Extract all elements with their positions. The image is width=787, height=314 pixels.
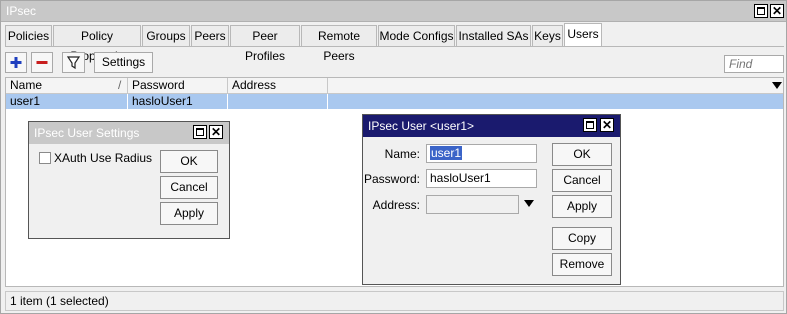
filter-button[interactable] — [62, 52, 85, 73]
tab-policies[interactable]: Policies — [5, 25, 52, 47]
dialog-title: IPsec User <user1> — [368, 119, 475, 133]
status-bar: 1 item (1 selected) — [5, 291, 784, 311]
tab-keys[interactable]: Keys — [532, 25, 563, 47]
dropdown-arrow-icon[interactable] — [772, 82, 782, 90]
plus-icon — [10, 57, 22, 68]
remove-user-button[interactable]: Remove — [552, 253, 612, 276]
tab-groups[interactable]: Groups — [142, 25, 190, 47]
tab-peer-profiles[interactable]: Peer Profiles — [230, 25, 300, 63]
cell-name: user1 — [6, 94, 128, 109]
cancel-button[interactable]: Cancel — [160, 176, 218, 199]
name-label: Name: — [384, 147, 420, 161]
table-header: Name / Password Address — [6, 78, 783, 94]
tab-policy-proposals[interactable]: Policy Proposals — [53, 25, 141, 63]
column-header-address[interactable]: Address — [228, 78, 328, 94]
name-field[interactable]: user1 — [426, 144, 537, 163]
apply-button[interactable]: Apply — [552, 195, 612, 218]
ok-button[interactable]: OK — [552, 143, 612, 166]
maximize-icon[interactable] — [583, 118, 597, 132]
dropdown-arrow-icon[interactable] — [524, 200, 534, 208]
tab-mode-configs[interactable]: Mode Configs — [378, 25, 455, 47]
table-row[interactable]: user1 hasloUser1 — [6, 94, 783, 109]
close-icon[interactable]: ✕ — [209, 125, 223, 139]
settings-button[interactable]: Settings — [94, 52, 153, 73]
window-titlebar[interactable]: IPsec ✕ — [1, 1, 786, 22]
tab-installed-sas[interactable]: Installed SAs — [456, 25, 531, 47]
name-value: user1 — [430, 146, 463, 160]
tab-remote-peers[interactable]: Remote Peers — [301, 25, 377, 63]
tab-divider — [5, 46, 784, 47]
window-title: IPsec — [6, 4, 37, 18]
cell-password: hasloUser1 — [128, 94, 228, 109]
remove-button[interactable] — [31, 52, 53, 73]
cancel-button[interactable]: Cancel — [552, 169, 612, 192]
dialog-titlebar[interactable]: IPsec User <user1> ✕ — [363, 115, 620, 137]
xauth-use-radius-checkbox[interactable] — [39, 152, 51, 164]
ok-button[interactable]: OK — [160, 150, 218, 173]
sort-indicator: / — [118, 78, 122, 92]
minus-icon — [36, 61, 48, 64]
password-field[interactable]: hasloUser1 — [426, 169, 537, 188]
column-header-password[interactable]: Password — [128, 78, 228, 94]
maximize-icon[interactable] — [754, 4, 768, 18]
maximize-icon[interactable] — [193, 125, 207, 139]
dialog-titlebar[interactable]: IPsec User Settings ✕ — [29, 122, 229, 144]
dialog-title: IPsec User Settings — [34, 126, 140, 140]
user-edit-dialog: IPsec User <user1> ✕ Name: user1 Passwor… — [362, 114, 621, 285]
close-icon[interactable]: ✕ — [770, 4, 784, 18]
add-button[interactable] — [5, 52, 27, 73]
copy-button[interactable]: Copy — [552, 227, 612, 250]
xauth-use-radius-label: XAuth Use Radius — [54, 151, 153, 165]
address-label: Address: — [372, 198, 420, 212]
close-icon[interactable]: ✕ — [600, 118, 614, 132]
tab-users[interactable]: Users — [564, 23, 602, 47]
address-field[interactable] — [426, 195, 519, 214]
apply-button[interactable]: Apply — [160, 202, 218, 225]
filter-icon — [66, 56, 81, 70]
column-header-name[interactable]: Name / — [6, 78, 128, 94]
tab-peers[interactable]: Peers — [191, 25, 229, 47]
password-label: Password: — [363, 172, 420, 186]
user-settings-dialog: IPsec User Settings ✕ XAuth Use Radius O… — [28, 121, 230, 239]
ipsec-window: IPsec ✕ Policies Policy Proposals Groups… — [0, 0, 787, 314]
find-input[interactable] — [724, 55, 784, 73]
cell-address — [228, 94, 328, 109]
